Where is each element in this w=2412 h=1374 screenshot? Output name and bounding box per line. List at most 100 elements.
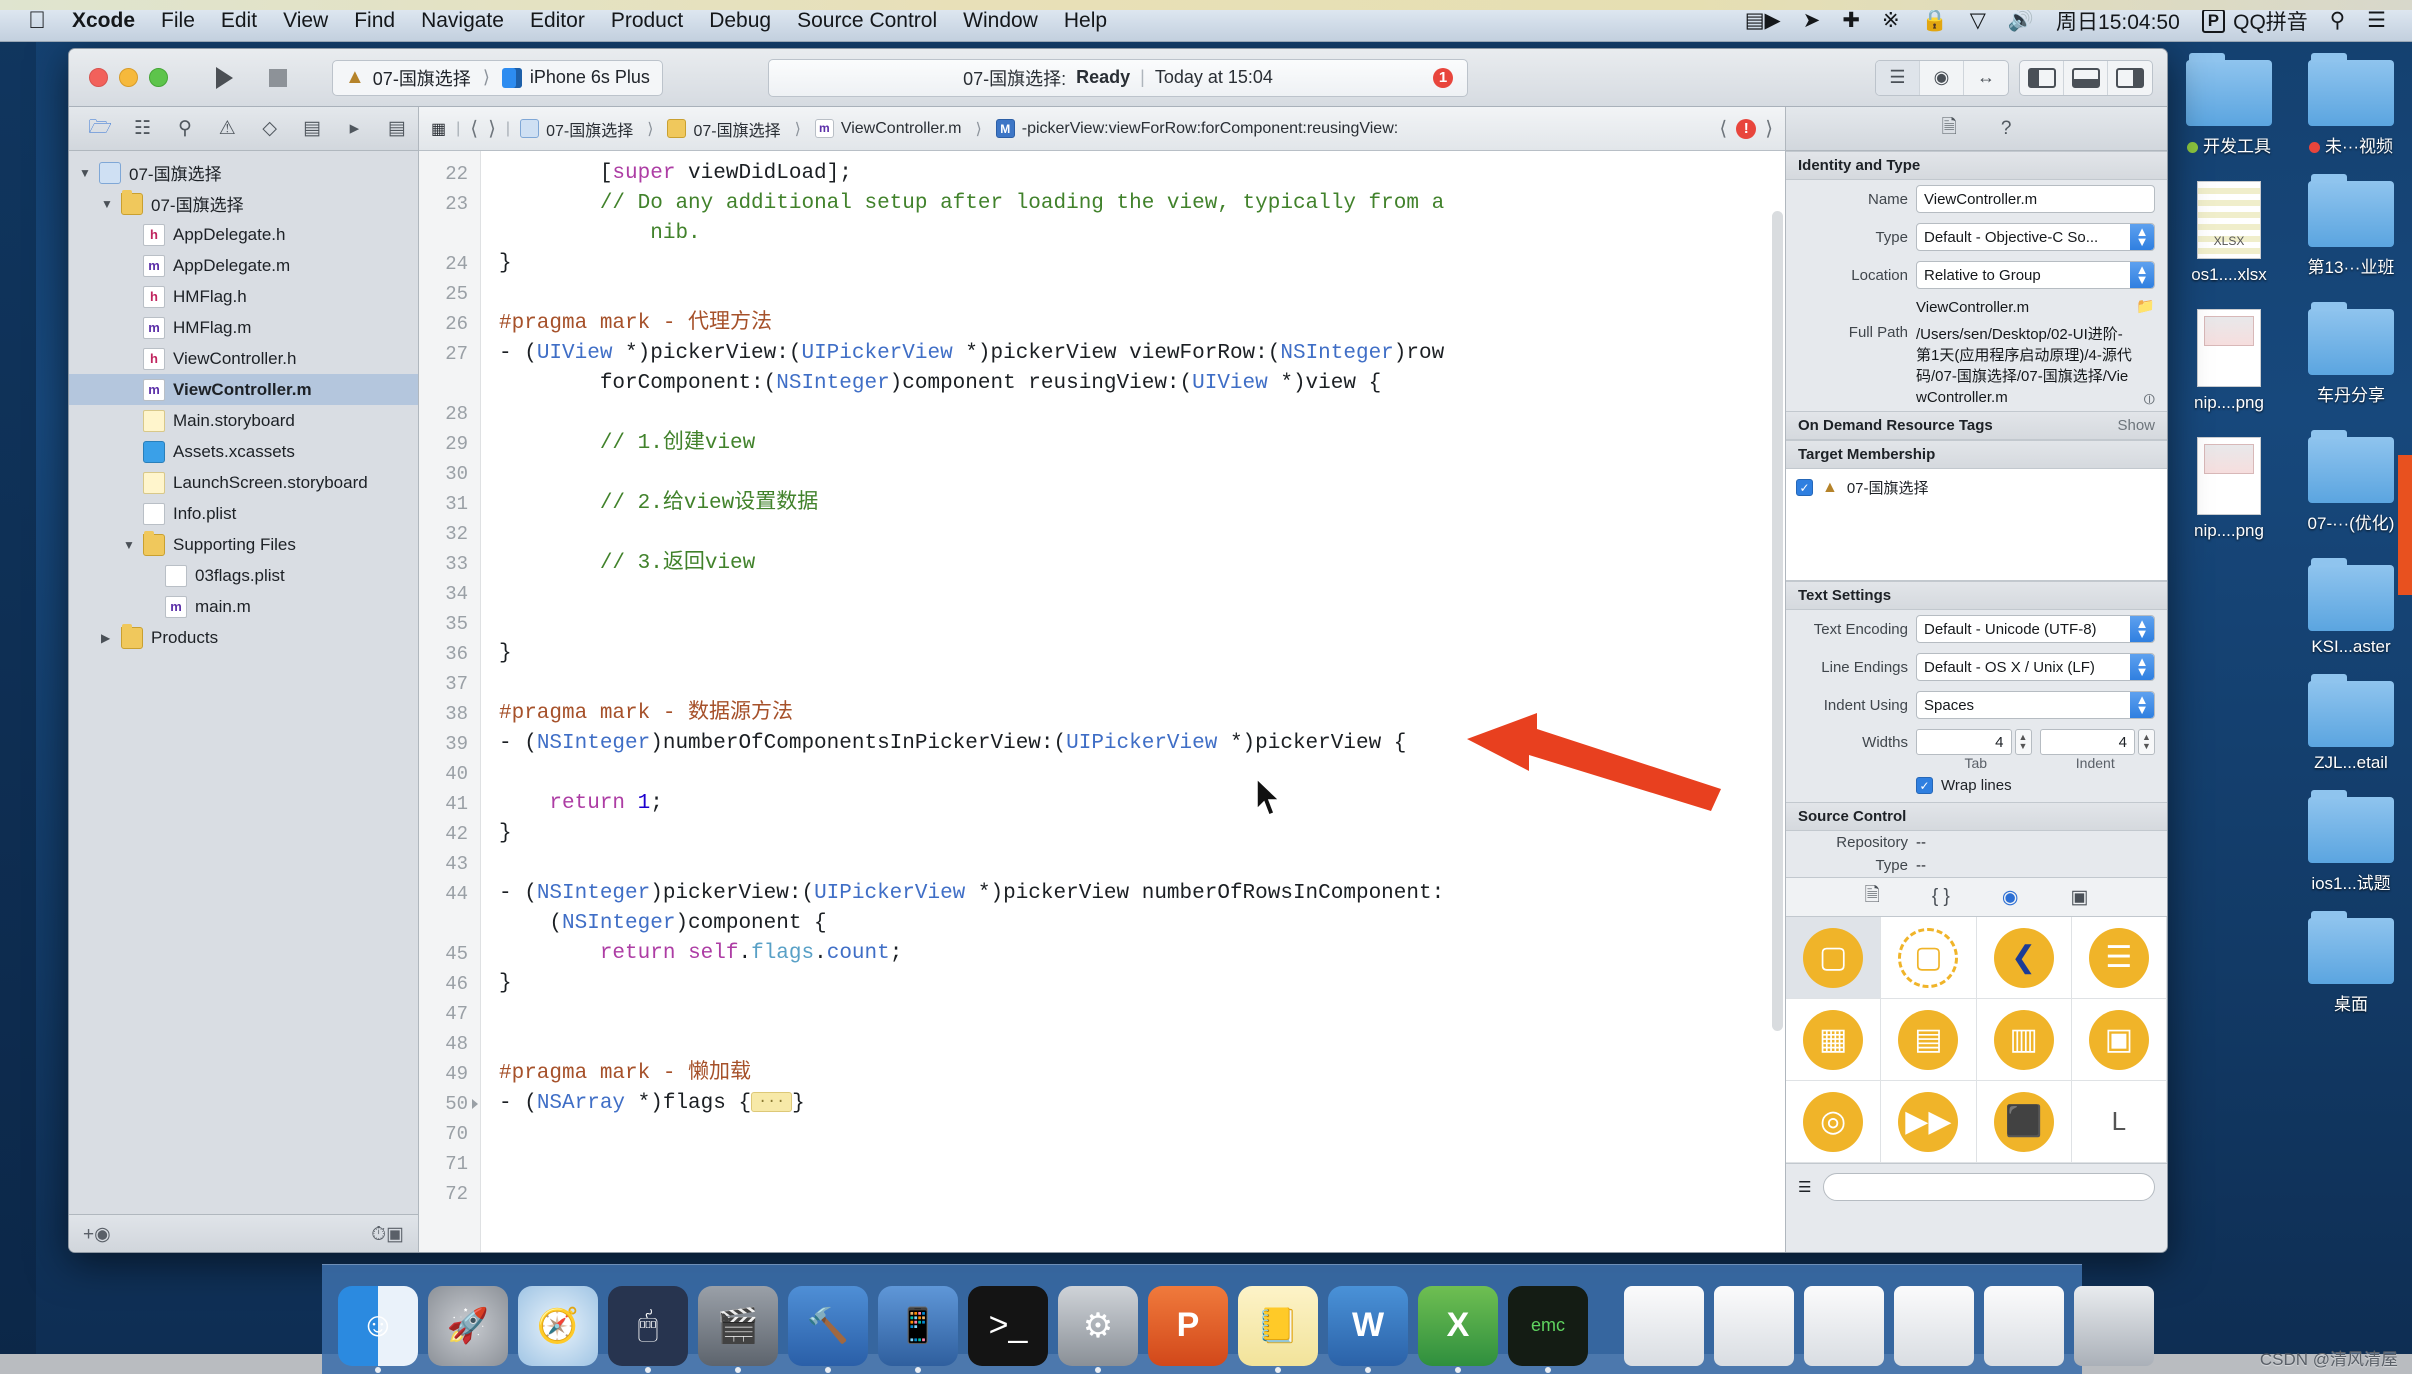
code-line[interactable] bbox=[499, 1029, 1785, 1059]
code-area[interactable]: 22 23 24 25 26 27 28 29 30 31 32 33 34 35 36! 37 38 39 40 4… bbox=[419, 151, 1785, 1252]
choose-folder-icon[interactable]: 📁 bbox=[2136, 297, 2155, 315]
issue-error-icon[interactable]: ! bbox=[1736, 118, 1757, 139]
location-popup-button[interactable]: Relative to Group ▲ ▼ bbox=[1916, 261, 2155, 289]
desktop-icon[interactable]: 第13···业班 bbox=[2290, 171, 2412, 299]
file-tree-row[interactable]: ▶Main.storyboard bbox=[69, 405, 418, 436]
code-line[interactable] bbox=[499, 519, 1785, 549]
documents-stack-dock-item[interactable] bbox=[1714, 1274, 1794, 1366]
close-window-button[interactable] bbox=[89, 68, 108, 87]
word-dock-item[interactable]: W bbox=[1328, 1274, 1408, 1373]
file-tree-row[interactable]: ▶mViewController.m bbox=[69, 374, 418, 405]
menu-navigate[interactable]: Navigate bbox=[421, 9, 504, 33]
library-item[interactable]: ❮ bbox=[1976, 917, 2072, 999]
file-tree-row[interactable]: ▶hAppDelegate.h bbox=[69, 219, 418, 250]
code-line[interactable]: - (NSArray *)flags {···} bbox=[499, 1089, 1785, 1119]
library-item[interactable]: ⬛ bbox=[1976, 1081, 2072, 1163]
disclosure-triangle-icon[interactable]: ▼ bbox=[101, 197, 117, 211]
add-plus-icon[interactable]: + bbox=[83, 1224, 94, 1246]
name-field[interactable]: ViewController.m bbox=[1916, 185, 2155, 213]
wifi-icon[interactable]: ▽ bbox=[1970, 8, 1986, 33]
target-membership-item[interactable]: ✓ ▲ 07-国旗选择 bbox=[1796, 477, 2157, 498]
issue-navigator-icon[interactable]: ⚠ bbox=[206, 107, 248, 151]
code-line[interactable] bbox=[499, 669, 1785, 699]
menu-window[interactable]: Window bbox=[963, 9, 1038, 33]
window-traffic-lights[interactable] bbox=[89, 68, 168, 87]
navigator-tab-bar[interactable]: 🗁 ☷ ⚲ ⚠ ◇ ▤ ▸ ▤ bbox=[69, 107, 418, 151]
editor-mode-segmented-control[interactable]: ☰ ◉ ↔ bbox=[1875, 59, 2009, 96]
breadcrumb-method[interactable]: M -pickerView:viewForRow:forComponent:re… bbox=[995, 119, 1398, 138]
file-tree-row[interactable]: ▼ 07-国旗选择 bbox=[69, 157, 418, 188]
menu-xcode[interactable]: Xcode bbox=[72, 9, 135, 33]
terminal-dock-item[interactable]: >_ bbox=[968, 1274, 1048, 1366]
library-item[interactable]: ▶▶ bbox=[1881, 1081, 1977, 1163]
scheme-destination-control[interactable]: ▲ 07-国旗选择 ⟩ iPhone 6s Plus bbox=[332, 59, 663, 96]
library-tab-bar[interactable]: 🗎 { } ◉ ▣ bbox=[1786, 877, 2167, 917]
file-tree-row[interactable]: ▶Assets.xcassets bbox=[69, 436, 418, 467]
library-item[interactable]: ◎ bbox=[1786, 1081, 1882, 1163]
finder-dock-item[interactable]: ☺ bbox=[338, 1274, 418, 1373]
code-line[interactable] bbox=[499, 279, 1785, 309]
file-template-library-icon[interactable]: 🗎 bbox=[1865, 881, 1880, 913]
wrap-lines-row[interactable]: ✓ Wrap lines bbox=[1786, 771, 2167, 802]
downloads-stack-dock-item[interactable] bbox=[1624, 1274, 1704, 1366]
library-item[interactable]: ▢ bbox=[1786, 917, 1882, 999]
breadcrumb-file[interactable]: m ViewController.m bbox=[814, 119, 961, 138]
desktop-icon[interactable]: nip....png bbox=[2168, 299, 2290, 427]
code-text[interactable]: [super viewDidLoad]; // Do any additiona… bbox=[481, 151, 1785, 1252]
apple-logo-icon[interactable]:  bbox=[28, 8, 46, 33]
code-line[interactable]: // Do any additional setup after loading… bbox=[499, 189, 1785, 219]
breakpoint-navigator-icon[interactable]: ▸ bbox=[333, 107, 375, 151]
breadcrumb-group[interactable]: 07-国旗选择 bbox=[667, 117, 781, 141]
code-line[interactable] bbox=[499, 459, 1785, 489]
breadcrumb-project[interactable]: 07-国旗选择 bbox=[520, 117, 633, 141]
file-tree-row[interactable]: ▶hHMFlag.h bbox=[69, 281, 418, 312]
list-view-icon[interactable]: ☰ bbox=[1798, 1178, 1811, 1196]
pages-dock-item[interactable]: P bbox=[1148, 1274, 1228, 1366]
version-editor-button[interactable]: ↔ bbox=[1964, 61, 2008, 95]
disclosure-triangle-icon[interactable]: ▶ bbox=[101, 631, 117, 645]
launchpad-dock-item[interactable]: 🚀 bbox=[428, 1274, 508, 1366]
inspector-tab-bar[interactable]: 🗎 ? bbox=[1786, 107, 2167, 151]
screen-recorder-icon[interactable]: ▤▶ bbox=[1745, 8, 1781, 33]
stop-button[interactable] bbox=[250, 60, 306, 96]
file-tree-row[interactable]: ▼ Supporting Files bbox=[69, 529, 418, 560]
target-checkbox[interactable]: ✓ bbox=[1796, 479, 1813, 496]
next-issue-icon[interactable]: ⟩ bbox=[1765, 116, 1773, 141]
toggle-utilities-button[interactable] bbox=[2108, 61, 2152, 95]
desktop-icon[interactable]: 未···视频 bbox=[2290, 50, 2412, 171]
excel-dock-item[interactable]: X bbox=[1418, 1274, 1498, 1373]
menubar-clock[interactable]: 周日15:04:50 bbox=[2056, 6, 2180, 36]
wrap-lines-checkbox[interactable]: ✓ bbox=[1916, 777, 1933, 794]
mouse-app-dock-item[interactable]: 🖱 bbox=[608, 1274, 688, 1373]
issue-badge[interactable]: 1 bbox=[1433, 67, 1453, 88]
standard-editor-button[interactable]: ☰ bbox=[1876, 60, 1920, 95]
library-item[interactable]: ▥ bbox=[1976, 999, 2072, 1081]
symbol-navigator-icon[interactable]: ☷ bbox=[121, 107, 163, 151]
find-navigator-icon[interactable]: ⚲ bbox=[164, 107, 206, 151]
code-line[interactable] bbox=[499, 1179, 1785, 1209]
desktop-icon[interactable]: ios1...试题 bbox=[2290, 787, 2412, 908]
run-button[interactable] bbox=[194, 60, 250, 96]
menu-view[interactable]: View bbox=[283, 9, 328, 33]
menu-edit[interactable]: Edit bbox=[221, 9, 257, 33]
menu-file[interactable]: File bbox=[161, 9, 195, 33]
project-navigator-icon[interactable]: 🗁 bbox=[79, 107, 121, 151]
code-line[interactable] bbox=[499, 609, 1785, 639]
tab-width-control[interactable]: 4 ▲ ▼ bbox=[1916, 729, 2032, 755]
code-line[interactable]: nib. bbox=[499, 219, 1785, 249]
safari-dock-item[interactable]: 🧭 bbox=[518, 1274, 598, 1366]
notes-dock-item[interactable]: 📒 bbox=[1238, 1274, 1318, 1373]
code-line[interactable]: (NSInteger)component { bbox=[499, 909, 1785, 939]
file-tree-row[interactable]: ▶Info.plist bbox=[69, 498, 418, 529]
notes-stack-dock-item[interactable] bbox=[1804, 1274, 1884, 1366]
assistant-editor-button[interactable]: ◉ bbox=[1920, 60, 1964, 95]
jump-bar[interactable]: ▦ | ⟨ ⟩ | 07-国旗选择 ⟩ 07-国旗选择 ⟩ m ViewCont… bbox=[419, 107, 1785, 151]
library-item[interactable]: L bbox=[2071, 1081, 2167, 1163]
code-line[interactable]: return self.flags.count; bbox=[499, 939, 1785, 969]
desktop-icon[interactable]: 桌面 bbox=[2290, 908, 2412, 1029]
menu-debug[interactable]: Debug bbox=[709, 9, 771, 33]
library-item[interactable]: ▤ bbox=[1881, 999, 1977, 1081]
spotlight-search-icon[interactable]: ⚲ bbox=[2330, 8, 2345, 33]
indent-width-control[interactable]: 4 ▲ ▼ bbox=[2039, 729, 2155, 755]
back-chevron-icon[interactable]: ⟨ bbox=[470, 116, 478, 141]
